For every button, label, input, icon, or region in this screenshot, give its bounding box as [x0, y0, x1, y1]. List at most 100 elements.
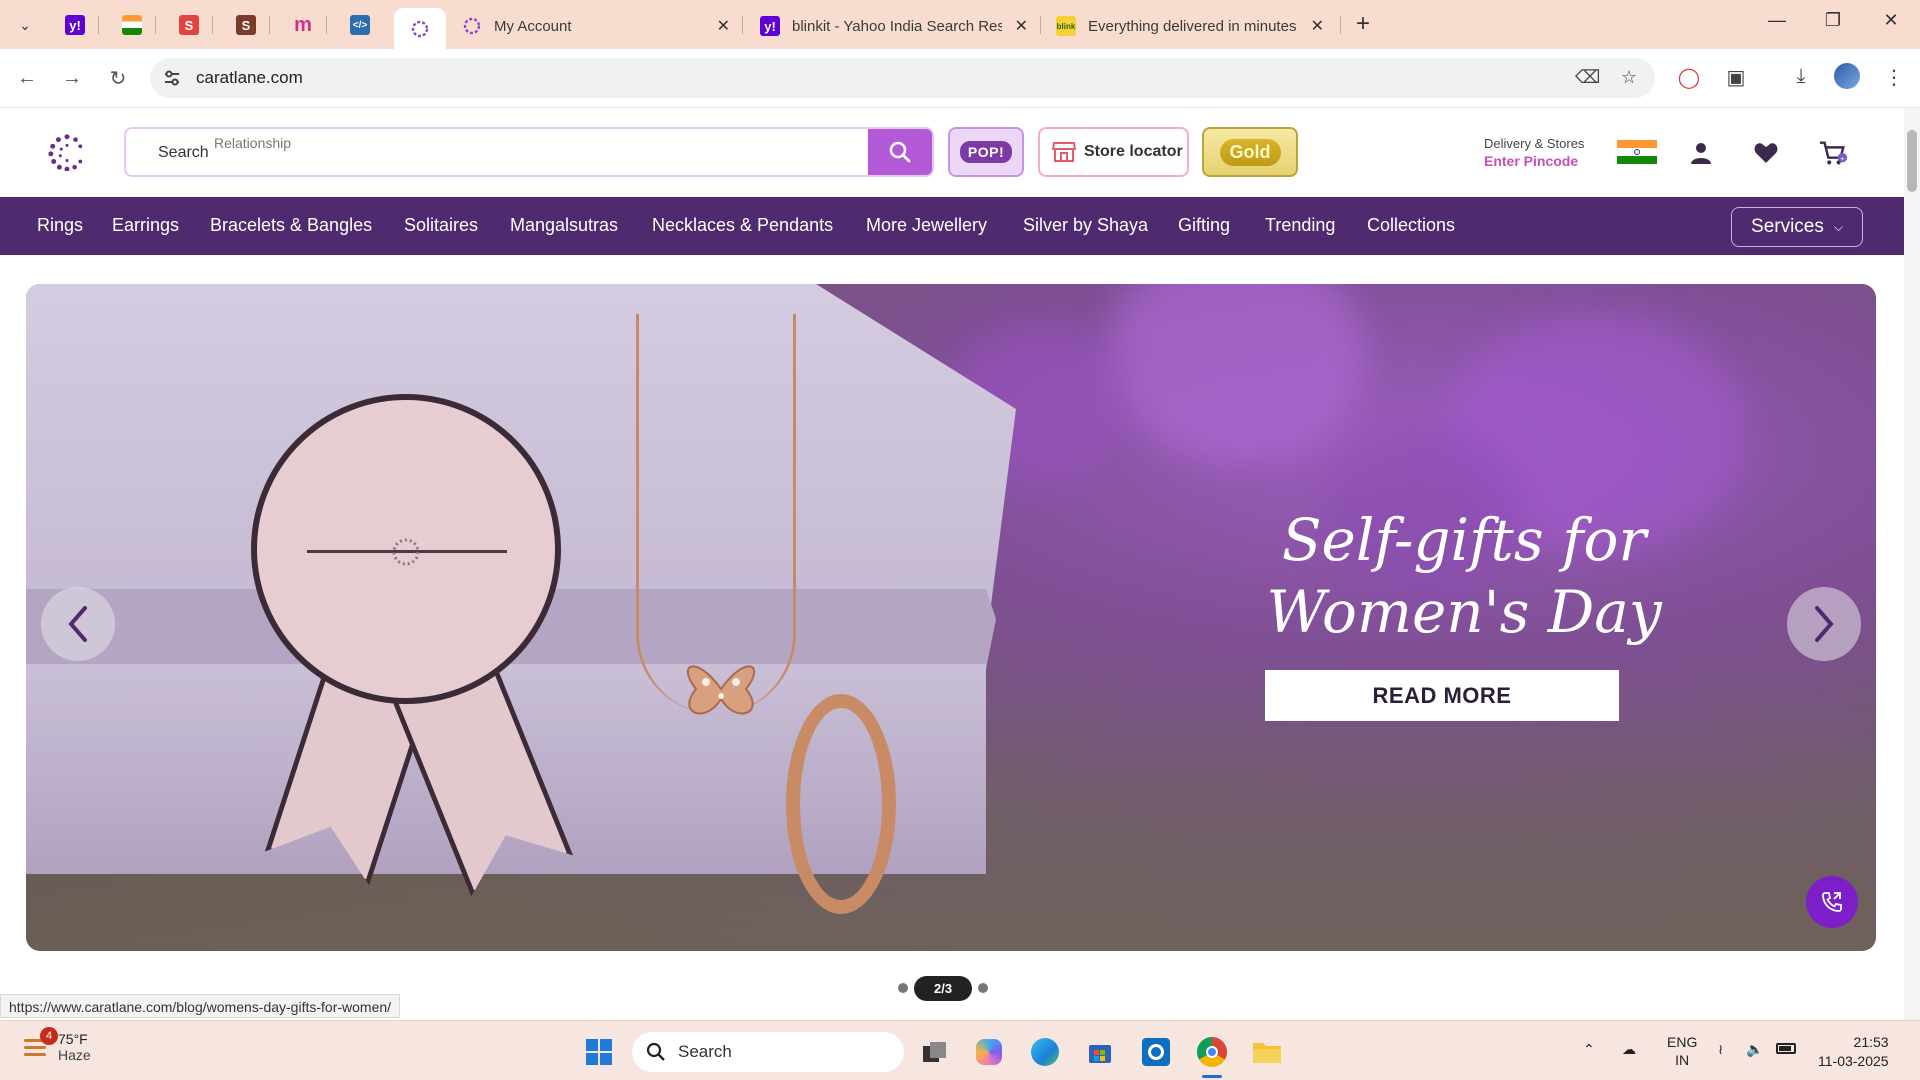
box-seal-medallion	[251, 394, 561, 704]
egold-button[interactable]: Gold	[1202, 127, 1298, 177]
pinned-tab-s-red[interactable]: S	[169, 10, 209, 40]
translate-icon[interactable]: ⌫	[1575, 67, 1600, 91]
bookmark-star-icon[interactable]: ☆	[1617, 67, 1641, 91]
carousel-pager: 2/3	[898, 975, 989, 1001]
gold-label: Gold	[1219, 138, 1281, 166]
close-tab-icon[interactable]: ✕	[1015, 16, 1028, 36]
profile-avatar-icon[interactable]	[1834, 63, 1862, 91]
back-icon[interactable]: ←	[12, 63, 42, 93]
pinned-tab-meesho[interactable]: m	[283, 10, 323, 40]
chrome-icon[interactable]	[1195, 1035, 1229, 1069]
site-info-icon[interactable]	[162, 68, 182, 88]
close-tab-icon[interactable]: ✕	[1311, 16, 1324, 36]
show-hidden-icons-chevron-icon[interactable]: ⌃	[1583, 1041, 1595, 1058]
weather-widget[interactable]: 4 75°F Haze	[22, 1027, 91, 1063]
copilot-icon[interactable]	[972, 1035, 1006, 1069]
enter-pincode-link[interactable]: Enter Pincode	[1484, 153, 1584, 169]
active-tab-caratlane[interactable]	[394, 8, 446, 49]
tab-blinkit[interactable]: blink Everything delivered in minutes ✕	[1046, 8, 1332, 44]
omnibox[interactable]: caratlane.com ⌫ ☆	[150, 58, 1655, 98]
app-blue-circle-icon[interactable]	[1139, 1035, 1173, 1069]
system-clock[interactable]: 21:53 11-03-2025	[1818, 1033, 1889, 1071]
pager-dot[interactable]	[978, 983, 989, 993]
language-indicator[interactable]: ENG IN	[1667, 1033, 1697, 1069]
caratlane-logo-icon[interactable]	[48, 133, 86, 171]
battery-icon[interactable]	[1776, 1043, 1796, 1054]
india-flag-icon[interactable]	[1617, 140, 1657, 164]
nav-item-rings[interactable]: Rings	[37, 215, 83, 236]
windows-start-icon[interactable]	[582, 1035, 616, 1069]
pinned-tab-code[interactable]: </>	[340, 10, 380, 40]
nav-item-bracelets-bangles[interactable]: Bracelets & Bangles	[210, 215, 372, 236]
browser-menu-icon[interactable]: ⋮	[1880, 65, 1908, 93]
nav-item-gifting[interactable]: Gifting	[1178, 215, 1230, 236]
caratlane-favicon-icon	[463, 17, 481, 35]
wifi-icon[interactable]: ≀	[1718, 1041, 1723, 1058]
volume-icon[interactable]: 🔈	[1746, 1041, 1763, 1058]
microsoft-store-icon[interactable]	[1083, 1035, 1117, 1069]
minimize-icon[interactable]: —	[1762, 10, 1792, 31]
file-explorer-icon[interactable]	[1250, 1035, 1284, 1069]
new-tab-icon[interactable]: +	[1350, 10, 1376, 38]
search-box[interactable]: Search Relationship	[124, 127, 934, 177]
tab-separator	[1340, 16, 1341, 34]
tab-search-chevron-icon[interactable]: ⌄	[10, 10, 40, 40]
pop-button[interactable]: POP!	[948, 127, 1024, 177]
pinned-tab-india[interactable]	[112, 10, 152, 40]
page-scrollbar[interactable]	[1904, 108, 1920, 1020]
nav-item-solitaires[interactable]: Solitaires	[404, 215, 478, 236]
nav-item-more-jewellery[interactable]: More Jewellery	[866, 215, 987, 236]
search-button[interactable]	[868, 129, 932, 175]
carousel-next-button[interactable]	[1787, 587, 1861, 661]
extensions-icon[interactable]: ▣	[1722, 65, 1750, 93]
seal-logo-icon	[392, 538, 420, 566]
weather-haze-icon: 4	[22, 1027, 58, 1061]
scrollbar-thumb[interactable]	[1907, 130, 1917, 192]
taskbar-search[interactable]: Search	[632, 1032, 904, 1072]
nav-item-mangalsutras[interactable]: Mangalsutras	[510, 215, 618, 236]
tab-separator	[326, 16, 327, 34]
nav-item-necklaces-pendants[interactable]: Necklaces & Pendants	[652, 215, 833, 236]
delivery-pincode[interactable]: Delivery & Stores Enter Pincode	[1484, 136, 1584, 169]
hero-banner[interactable]: Self-gifts for Women's Day READ MORE	[26, 284, 1876, 951]
pocket-extension-icon[interactable]: ◯	[1675, 65, 1703, 93]
site-header: Search Relationship POP! Store locator G…	[0, 108, 1904, 197]
active-app-indicator	[1202, 1075, 1222, 1078]
blinkit-icon: blink	[1056, 16, 1076, 36]
close-window-icon[interactable]: ✕	[1876, 10, 1906, 31]
nav-item-collections[interactable]: Collections	[1367, 215, 1455, 236]
close-tab-icon[interactable]: ✕	[717, 16, 730, 36]
status-bar-url: https://www.caratlane.com/blog/womens-da…	[0, 994, 401, 1018]
reload-icon[interactable]: ↻	[103, 63, 133, 93]
store-locator-button[interactable]: Store locator	[1038, 127, 1189, 177]
read-more-button[interactable]: READ MORE	[1265, 670, 1619, 721]
category-nav: Rings Earrings Bracelets & Bangles Solit…	[0, 197, 1904, 255]
forward-icon[interactable]: →	[57, 63, 87, 93]
services-dropdown[interactable]: Services ⌵	[1731, 207, 1863, 247]
browser-tab-bar: ⌄ y! S S m </> My Account ✕ y! blinkit -…	[0, 0, 1920, 49]
edge-browser-icon[interactable]	[1028, 1035, 1062, 1069]
pager-dot[interactable]	[898, 983, 908, 993]
wishlist-heart-icon[interactable]	[1751, 138, 1781, 168]
nav-item-earrings[interactable]: Earrings	[112, 215, 179, 236]
chevron-down-icon: ⌵	[1833, 219, 1843, 234]
restore-icon[interactable]: ❐	[1818, 10, 1848, 31]
cart-icon[interactable]: +	[1818, 138, 1848, 168]
onedrive-sync-icon[interactable]: ☁	[1622, 1041, 1636, 1058]
carousel-prev-button[interactable]	[41, 587, 115, 661]
yahoo-icon: y!	[760, 16, 780, 36]
tab-separator	[1040, 16, 1041, 34]
lang-line1: ENG	[1667, 1034, 1698, 1050]
tab-my-account[interactable]: My Account ✕	[452, 8, 738, 44]
pinned-tab-yahoo[interactable]: y!	[55, 10, 95, 40]
task-view-icon[interactable]	[918, 1035, 952, 1069]
s-dark-logo-icon: S	[236, 15, 256, 35]
download-icon[interactable]: ⤓	[1787, 65, 1815, 93]
account-user-icon[interactable]	[1686, 138, 1716, 168]
tab-blinkit-yahoo[interactable]: y! blinkit - Yahoo India Search Res ✕	[750, 8, 1036, 44]
pinned-tab-s-brown[interactable]: S	[226, 10, 266, 40]
svg-text:+: +	[1840, 154, 1845, 163]
call-support-button[interactable]	[1806, 876, 1858, 928]
nav-item-silver-by-shaya[interactable]: Silver by Shaya	[1023, 215, 1148, 236]
nav-item-trending[interactable]: Trending	[1265, 215, 1335, 236]
